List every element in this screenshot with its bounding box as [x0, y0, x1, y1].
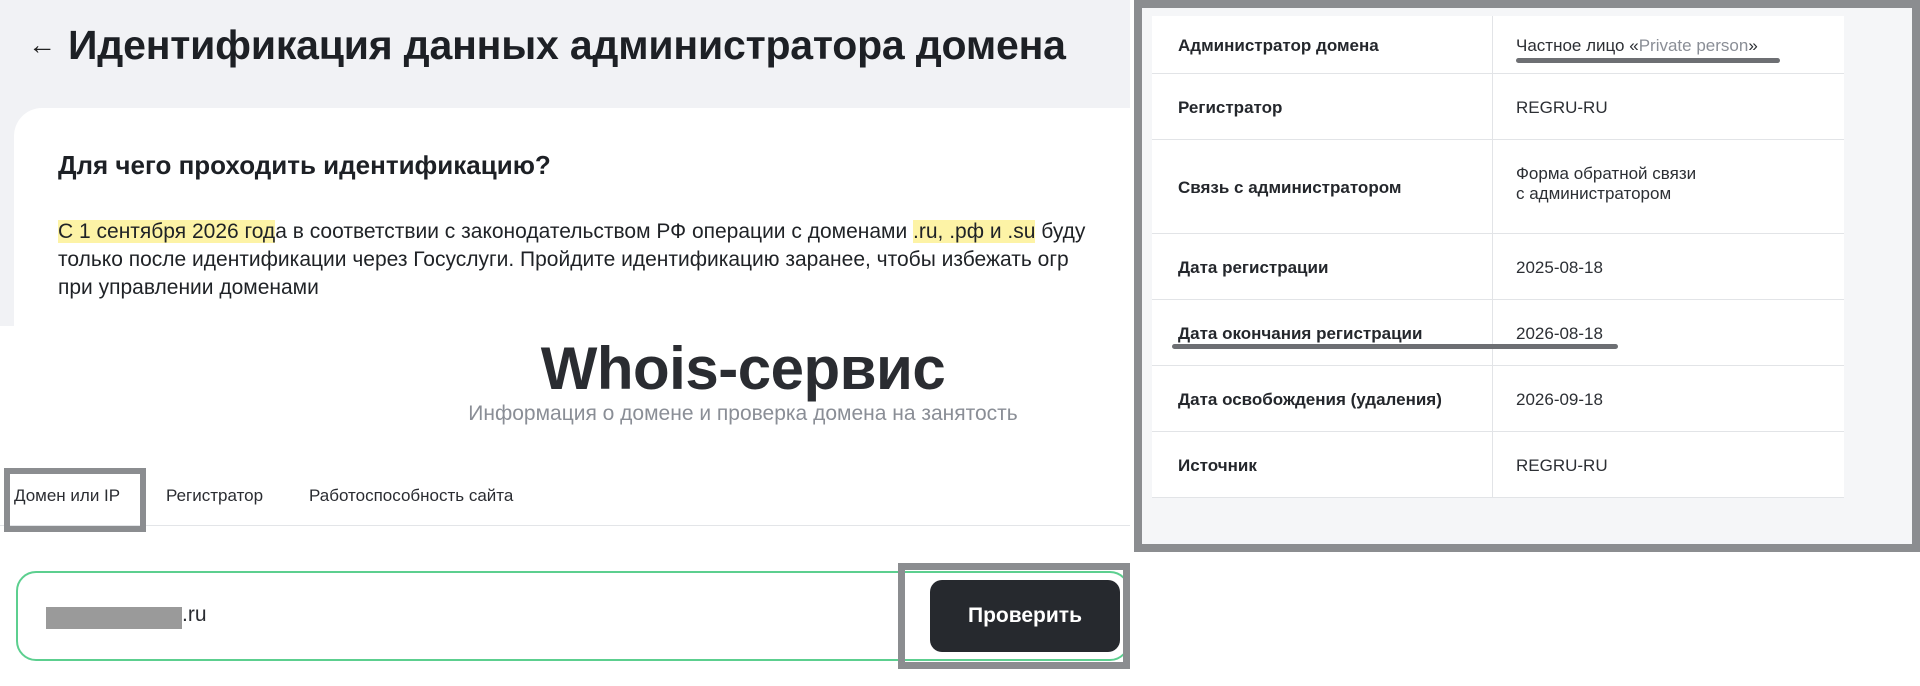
admin-private-person: Private person: [1638, 36, 1749, 55]
column-divider: [1492, 140, 1493, 233]
page-title: Идентификация данных администратора доме…: [68, 22, 1066, 68]
link-line-1: Форма обратной связи: [1516, 164, 1697, 183]
link-line-2: с администратором: [1516, 184, 1672, 203]
table-row: Связь с администратором Форма обратной с…: [1152, 140, 1844, 234]
tab-registrar[interactable]: Регистратор: [166, 486, 263, 506]
row-label: Администратор домена: [1178, 36, 1379, 55]
admin-value-suffix: »: [1748, 36, 1758, 55]
annotation-underline: [1172, 344, 1618, 349]
text-line-3: при управлении доменами: [58, 276, 319, 299]
redacted-domain-mask: [46, 607, 182, 629]
column-divider: [1492, 432, 1493, 497]
column-divider: [1492, 300, 1493, 365]
whois-tabs: Домен или IP Регистратор Работоспособнос…: [0, 466, 1130, 526]
tab-site-availability[interactable]: Работоспособность сайта: [309, 486, 513, 506]
row-value: 2025-08-18: [1516, 258, 1603, 277]
table-row: Дата регистрации 2025-08-18: [1152, 234, 1844, 300]
row-value: 2026-08-18: [1516, 324, 1603, 343]
identification-heading: Для чего проходить идентификацию?: [58, 150, 551, 180]
feedback-form-link[interactable]: Форма обратной связи с администратором: [1516, 164, 1696, 204]
row-value: 2026-09-18: [1516, 390, 1603, 409]
row-label: Связь с администратором: [1178, 178, 1402, 197]
row-label: Дата освобождения (удаления): [1178, 390, 1442, 409]
check-button[interactable]: Проверить: [930, 580, 1120, 652]
row-label: Дата регистрации: [1178, 258, 1329, 277]
identification-card: Для чего проходить идентификацию? С 1 се…: [14, 108, 1130, 326]
annotation-underline: [1516, 58, 1780, 63]
row-label: Источник: [1178, 456, 1257, 475]
row-label: Дата окончания регистрации: [1178, 324, 1423, 343]
whois-details-table: Администратор домена Частное лицо «Priva…: [1152, 16, 1844, 498]
identification-text: С 1 сентября 2026 года в соответствии с …: [58, 218, 1130, 302]
row-value: Частное лицо «Private person»: [1516, 36, 1758, 56]
arrow-left-icon[interactable]: ←: [28, 30, 56, 60]
row-value: REGRU-RU: [1516, 456, 1608, 475]
text-line-2: только после идентификации через Госуслу…: [58, 248, 1069, 271]
admin-value-prefix: Частное лицо «: [1516, 36, 1639, 55]
text-part: буду: [1035, 220, 1086, 243]
active-tab-highlight-frame: [4, 468, 146, 532]
table-row: Администратор домена Частное лицо «Priva…: [1152, 16, 1844, 74]
search-value-suffix: .ru: [182, 603, 207, 626]
column-divider: [1492, 234, 1493, 299]
table-row: Источник REGRU-RU: [1152, 432, 1844, 498]
column-divider: [1492, 74, 1493, 139]
column-divider: [1492, 16, 1493, 73]
table-row: Дата окончания регистрации 2026-08-18: [1152, 300, 1844, 366]
column-divider: [1492, 366, 1493, 431]
table-row: Регистратор REGRU-RU: [1152, 74, 1844, 140]
text-part: а в соответствии с законодательством РФ …: [275, 220, 914, 243]
table-row: Дата освобождения (удаления) 2026-09-18: [1152, 366, 1844, 432]
page-header: ← Идентификация данных администратора до…: [0, 0, 1130, 100]
row-label: Регистратор: [1178, 98, 1283, 117]
whois-details-panel: Администратор домена Частное лицо «Priva…: [1134, 0, 1920, 552]
zones-highlight: .ru, .рф и .su: [913, 220, 1036, 243]
date-highlight: С 1 сентября 2026 год: [58, 220, 276, 243]
identification-panel: ← Идентификация данных администратора до…: [0, 0, 1130, 326]
whois-panel: Whois-сервис Информация о домене и прове…: [0, 326, 1130, 686]
row-value: REGRU-RU: [1516, 98, 1608, 117]
